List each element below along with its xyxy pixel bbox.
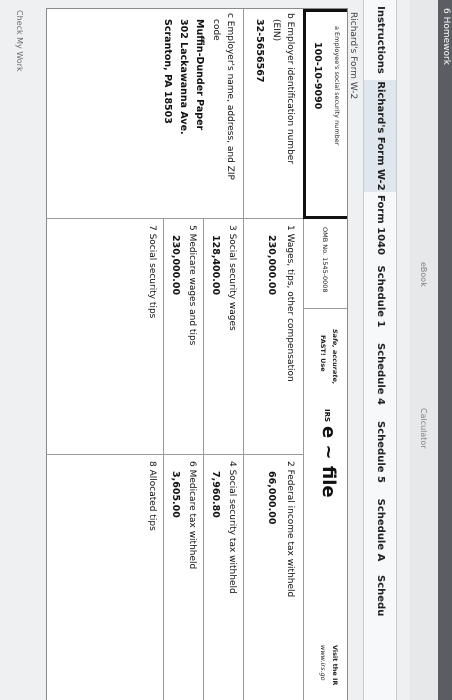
box-b-label: b Employer identification number [285, 13, 295, 165]
check-my-work-link[interactable]: Check My Work [15, 10, 24, 72]
irs-url-text: www.irs.go [319, 645, 327, 681]
box-8-label: 8 Allocated tips [147, 461, 157, 531]
box-3-value: 128,400.00 [210, 235, 221, 296]
box-2: 2 Federal income tax withheld 66,000.00 [243, 455, 303, 700]
safe-text: Safe, accurate, [331, 329, 339, 385]
omb-number: OMB No. 1545-0008 [321, 227, 329, 293]
box-c-employer: c Employer's name, address, and ZIP code… [47, 9, 243, 219]
box-5: 5 Medicare wages and tips 230,000.00 [163, 219, 203, 455]
box-1-value: 230,000.00 [266, 235, 277, 296]
tab-schedule-more[interactable]: Schedu [364, 569, 396, 700]
box-2-label: 2 Federal income tax withheld [285, 461, 295, 598]
visit-irs-text: Visit the IR [331, 645, 339, 686]
tab-schedule-a[interactable]: Schedule A [364, 491, 396, 570]
box-8: 8 Allocated tips [47, 455, 163, 700]
box-b-ein: b Employer identification number (EIN) 3… [243, 9, 303, 219]
homework-screen: 6 Homework eBook Calculator Instructions… [0, 0, 452, 700]
box-1-label: 1 Wages, tips, other compensation [285, 225, 295, 382]
box-4-value: 7,960.80 [210, 471, 221, 518]
box-2-value: 66,000.00 [266, 471, 277, 525]
tab-richards-form-w2[interactable]: Richard's Form W-2 [364, 80, 396, 193]
box-c-label-2: code [211, 19, 221, 41]
fast-text: FAST! Use [319, 335, 327, 372]
tab-instructions[interactable]: Instructions [364, 0, 396, 81]
w2-form: a Employee's social security number 100-… [46, 8, 348, 700]
employer-city: Scranton, PA 18503 [162, 19, 173, 124]
box-7: 7 Social security tips [47, 219, 163, 455]
tab-form-1040[interactable]: Form 1040 [364, 192, 396, 259]
box-b-value: 32-5656567 [254, 19, 265, 83]
box-a-value: 100-10-9090 [312, 42, 323, 110]
calculator-link[interactable]: Calculator [419, 408, 428, 449]
box-a-ssn: a Employee's social security number 100-… [303, 9, 347, 219]
box-3-label: 3 Social security wages [227, 225, 237, 331]
ebook-link[interactable]: eBook [419, 262, 428, 287]
box-1: 1 Wages, tips, other compensation 230,00… [243, 219, 303, 455]
box-6-value: 3,605.00 [170, 471, 181, 518]
employer-street: 302 Lackawanna Ave. [178, 19, 189, 135]
box-4: 4 Social security tax withheld 7,960.80 [203, 455, 243, 700]
form-title: Richard's Form W-2 [348, 12, 358, 100]
box-3: 3 Social security wages 128,400.00 [203, 219, 243, 455]
tool-links-bar: eBook Calculator [410, 0, 438, 700]
efile-mark: e ~ file [318, 426, 339, 498]
box-6: 6 Medicare tax withheld 3,605.00 [163, 455, 203, 700]
employer-name: Muffin-Dunder Paper [194, 19, 205, 131]
tab-schedule-4[interactable]: Schedule 4 [364, 335, 396, 414]
box-4-label: 4 Social security tax withheld [227, 461, 237, 594]
box-b-label-2: (EIN) [271, 19, 281, 42]
box-c-label: c Employer's name, address, and ZIP [225, 13, 235, 180]
tab-schedule-5[interactable]: Schedule 5 [364, 413, 396, 492]
efile-logo: IRS e ~ file [318, 409, 339, 498]
tab-schedule-1[interactable]: Schedule 1 [364, 258, 396, 336]
box-5-label: 5 Medicare wages and tips [187, 225, 197, 346]
header-bar: 6 Homework [438, 0, 452, 700]
box-a-label: a Employee's social security number [333, 26, 341, 146]
irs-mark: IRS [323, 409, 332, 423]
omb-cell: OMB No. 1545-0008 [303, 219, 347, 309]
assignment-title: 6 Homework [441, 8, 451, 65]
box-5-value: 230,000.00 [170, 235, 181, 296]
box-6-label: 6 Medicare tax withheld [187, 461, 197, 570]
tab-row: Instructions Richard's Form W-2 Form 104… [363, 0, 397, 700]
box-7-label: 7 Social security tips [147, 225, 157, 319]
efile-cell: Safe, accurate, FAST! Use IRS e ~ file Vi… [303, 309, 347, 700]
